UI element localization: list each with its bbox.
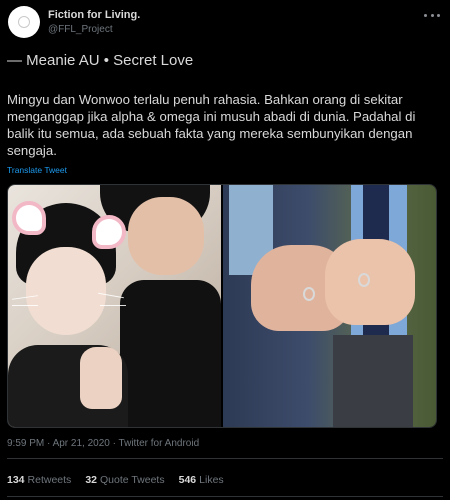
tweet-heading: — Meanie AU • Secret Love	[7, 52, 194, 69]
cat-ear-filter-icon	[12, 201, 46, 235]
tweet-media[interactable]	[7, 184, 437, 428]
divider	[7, 458, 443, 459]
translate-tweet-link[interactable]: Translate Tweet	[7, 165, 67, 175]
retweets-stat[interactable]: 134 Retweets	[7, 474, 71, 486]
tweet-stats: 134 Retweets 32 Quote Tweets 546 Likes	[7, 474, 224, 486]
media-photo-hands[interactable]	[223, 185, 436, 427]
quote-tweets-stat[interactable]: 32 Quote Tweets	[85, 474, 164, 486]
divider	[7, 496, 443, 497]
likes-stat[interactable]: 546 Likes	[179, 474, 224, 486]
avatar[interactable]	[8, 6, 40, 38]
media-photo-selfie[interactable]	[8, 185, 221, 427]
author-handle[interactable]: @FFL_Project	[48, 24, 113, 35]
author-display-name[interactable]: Fiction for Living.	[48, 9, 140, 21]
ring-icon	[358, 273, 370, 287]
tweet-body: Mingyu dan Wonwoo terlalu penuh rahasia.…	[7, 92, 416, 158]
more-options-icon[interactable]	[424, 9, 440, 21]
tweet-timestamp[interactable]: 9:59 PM · Apr 21, 2020 · Twitter for And…	[7, 438, 199, 449]
ring-icon	[303, 287, 315, 301]
avatar-logo-icon	[18, 16, 30, 28]
cat-ear-filter-icon	[92, 215, 126, 249]
tweet-card: Fiction for Living. @FFL_Project — Meani…	[0, 0, 450, 500]
